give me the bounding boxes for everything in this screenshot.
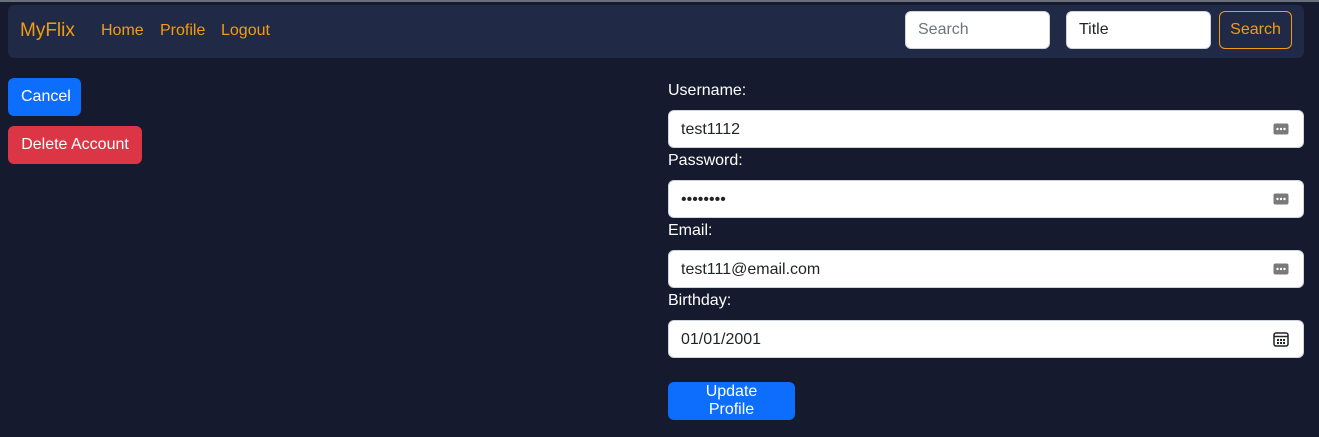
email-label: Email: — [668, 222, 713, 239]
brand-logo[interactable]: MyFlix — [20, 19, 75, 43]
autofill-icon[interactable] — [1273, 192, 1289, 206]
nav-link-logout[interactable]: Logout — [221, 21, 270, 41]
delete-account-button[interactable]: Delete Account — [8, 126, 142, 164]
autofill-icon[interactable] — [1273, 122, 1289, 136]
password-value: •••••••• — [681, 191, 726, 208]
cancel-button[interactable]: Cancel — [8, 78, 81, 116]
email-field[interactable]: test111@email.com — [668, 250, 1304, 288]
password-field[interactable]: •••••••• — [668, 180, 1304, 218]
search-button[interactable]: Search — [1219, 11, 1292, 49]
email-value: test111@email.com — [681, 261, 821, 278]
username-value: test1112 — [681, 121, 741, 138]
password-label: Password: — [668, 152, 743, 169]
username-field[interactable]: test1112 — [668, 110, 1304, 148]
window-top-border — [0, 0, 1319, 2]
navbar: MyFlix Home Profile Logout Search — [8, 5, 1304, 58]
title-filter-input[interactable] — [1066, 11, 1211, 49]
update-profile-button[interactable]: Update Profile — [668, 382, 795, 420]
nav-link-profile[interactable]: Profile — [160, 21, 205, 41]
birthday-field[interactable]: 01/01/2001 — [668, 320, 1304, 358]
calendar-icon[interactable] — [1273, 331, 1289, 347]
birthday-label: Birthday: — [668, 292, 732, 309]
username-label: Username: — [668, 82, 747, 99]
search-input[interactable] — [905, 11, 1050, 49]
nav-link-home[interactable]: Home — [101, 21, 144, 41]
autofill-icon[interactable] — [1273, 262, 1289, 276]
birthday-value: 01/01/2001 — [681, 331, 762, 348]
